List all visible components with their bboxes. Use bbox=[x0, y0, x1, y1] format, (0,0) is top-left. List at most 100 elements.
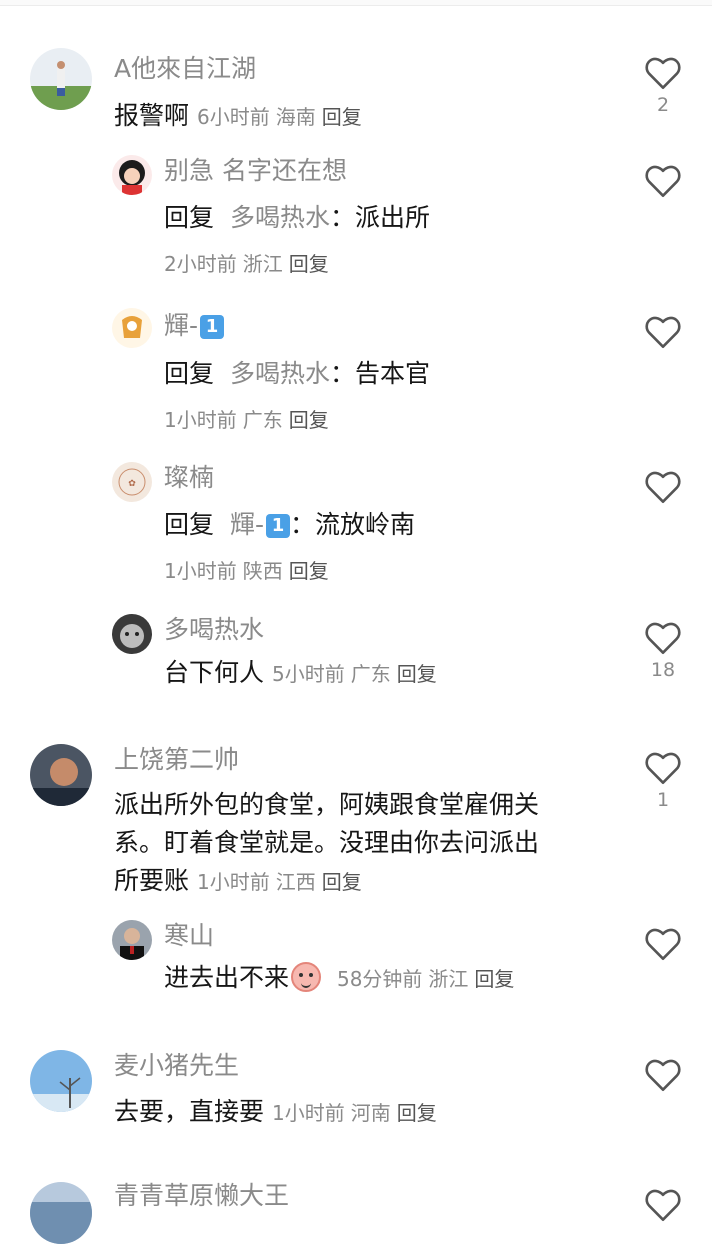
location: 河南 bbox=[350, 1101, 391, 1125]
location: 浙江 bbox=[428, 967, 469, 991]
username[interactable]: A他來自江湖 bbox=[114, 53, 256, 85]
reply-button[interactable]: 回复 bbox=[322, 105, 362, 129]
like-button[interactable] bbox=[640, 927, 686, 961]
comment-content-line: 派出所外包的食堂，阿姨跟食堂雇佣关 bbox=[114, 790, 540, 819]
username[interactable]: 别急 名字还在想 bbox=[164, 155, 347, 187]
comment-text: 派出所外包的食堂，阿姨跟食堂雇佣关 系。盯着食堂就是。没理由你去问派出 所要账 … bbox=[114, 786, 614, 901]
svg-text:✿: ✿ bbox=[128, 479, 136, 489]
heart-outline-icon bbox=[645, 622, 681, 654]
comment-content: 流放岭南 bbox=[315, 510, 416, 539]
comment-meta: 1小时前 广东 回复 bbox=[164, 404, 335, 433]
comment-content-line: 系。盯着食堂就是。没理由你去问派出 bbox=[114, 828, 540, 857]
username[interactable]: 寒山 bbox=[164, 920, 214, 952]
colon: ： bbox=[290, 510, 316, 539]
heart-outline-icon bbox=[645, 752, 681, 784]
reply-prefix: 回复 bbox=[164, 359, 215, 388]
reply-button[interactable]: 回复 bbox=[397, 1101, 437, 1125]
avatar[interactable]: ✿ bbox=[112, 462, 152, 502]
reply-button[interactable]: 回复 bbox=[322, 870, 362, 894]
comment-text: 报警啊 6小时前 海南 回复 bbox=[114, 97, 368, 136]
avatar[interactable] bbox=[112, 920, 152, 960]
avatar[interactable] bbox=[30, 1182, 92, 1244]
heart-outline-icon bbox=[645, 471, 681, 503]
username-text: 輝- bbox=[164, 311, 199, 340]
comment-content-line: 所要账 bbox=[114, 866, 190, 895]
heart-outline-icon bbox=[645, 57, 681, 89]
username[interactable]: 麦小猪先生 bbox=[114, 1050, 239, 1082]
like-count: 18 bbox=[650, 659, 676, 681]
location: 陕西 bbox=[242, 559, 283, 583]
timestamp: 1小时前 bbox=[271, 1101, 345, 1125]
comment-meta: 2小时前 浙江 回复 bbox=[164, 248, 335, 277]
like-button[interactable] bbox=[640, 1188, 686, 1222]
blushing-face-emoji bbox=[291, 962, 322, 992]
comment-text: 回复 多喝热水：派出所 bbox=[164, 199, 430, 237]
reply-target[interactable]: 輝- 1 bbox=[230, 510, 290, 539]
timestamp: 1小时前 bbox=[164, 408, 237, 432]
like-button[interactable] bbox=[640, 470, 686, 504]
like-button[interactable] bbox=[640, 164, 686, 198]
avatar[interactable] bbox=[112, 155, 152, 195]
avatar[interactable] bbox=[30, 744, 92, 806]
reply-target[interactable]: 多喝热水 bbox=[230, 203, 330, 232]
avatar[interactable] bbox=[112, 308, 152, 348]
comment-content: 派出所 bbox=[355, 203, 431, 232]
comment-text: 去要，直接要 1小时前 河南 回复 bbox=[114, 1093, 443, 1132]
reply-button[interactable]: 回复 bbox=[474, 967, 514, 991]
location: 江西 bbox=[275, 870, 316, 894]
comment-content: 进去出不来 bbox=[164, 963, 290, 992]
reply-button[interactable]: 回复 bbox=[289, 559, 329, 583]
colon: ： bbox=[329, 359, 355, 388]
timestamp: 1小时前 bbox=[164, 559, 237, 583]
like-count: 2 bbox=[656, 94, 670, 116]
like-button[interactable] bbox=[640, 1058, 686, 1092]
number-one-emoji: 1 bbox=[200, 315, 225, 339]
like-count: 1 bbox=[656, 789, 670, 811]
location: 浙江 bbox=[242, 252, 283, 276]
reply-target[interactable]: 多喝热水 bbox=[230, 359, 330, 388]
avatar[interactable] bbox=[112, 614, 152, 654]
reply-button[interactable]: 回复 bbox=[397, 662, 437, 686]
location: 广东 bbox=[242, 408, 283, 432]
timestamp: 58分钟前 bbox=[336, 967, 423, 991]
comment-text: 进去出不来 58分钟前 浙江 回复 bbox=[164, 959, 520, 998]
location: 海南 bbox=[275, 105, 316, 129]
reply-prefix: 回复 bbox=[164, 510, 215, 539]
timestamp: 5小时前 bbox=[271, 662, 345, 686]
heart-outline-icon bbox=[645, 165, 681, 197]
username[interactable]: 多喝热水 bbox=[164, 614, 264, 646]
colon: ： bbox=[329, 203, 355, 232]
timestamp: 1小时前 bbox=[196, 870, 270, 894]
top-divider bbox=[0, 0, 712, 6]
reply-button[interactable]: 回复 bbox=[289, 408, 329, 432]
username[interactable]: 輝- 1 bbox=[164, 310, 225, 342]
comment-meta: 1小时前 陕西 回复 bbox=[164, 555, 335, 584]
comment-text: 回复 多喝热水：告本官 bbox=[164, 355, 430, 393]
comment-content: 去要，直接要 bbox=[114, 1097, 265, 1126]
like-button[interactable]: 18 bbox=[640, 621, 686, 681]
avatar[interactable] bbox=[30, 48, 92, 110]
comment-content: 台下何人 bbox=[164, 658, 265, 687]
heart-outline-icon bbox=[645, 1059, 681, 1091]
comment-text: 回复 輝- 1 ：流放岭南 bbox=[164, 506, 415, 544]
timestamp: 6小时前 bbox=[196, 105, 270, 129]
username[interactable]: 璨楠 bbox=[164, 462, 214, 494]
avatar[interactable] bbox=[30, 1050, 92, 1112]
number-one-emoji: 1 bbox=[266, 514, 290, 538]
like-button[interactable] bbox=[640, 315, 686, 349]
comment-content: 告本官 bbox=[355, 359, 431, 388]
reply-prefix: 回复 bbox=[164, 203, 215, 232]
like-button[interactable]: 2 bbox=[640, 56, 686, 116]
location: 广东 bbox=[350, 662, 391, 686]
heart-outline-icon bbox=[645, 1189, 681, 1221]
reply-target-name: 輝- bbox=[229, 510, 264, 539]
heart-outline-icon bbox=[645, 316, 681, 348]
comment-text: 台下何人 5小时前 广东 回复 bbox=[164, 654, 443, 693]
timestamp: 2小时前 bbox=[164, 252, 237, 276]
heart-outline-icon bbox=[645, 928, 681, 960]
reply-button[interactable]: 回复 bbox=[289, 252, 329, 276]
comment-content: 报警啊 bbox=[114, 101, 190, 130]
username[interactable]: 上饶第二帅 bbox=[114, 744, 239, 776]
username[interactable]: 青青草原懒大王 bbox=[114, 1180, 289, 1212]
like-button[interactable]: 1 bbox=[640, 751, 686, 811]
